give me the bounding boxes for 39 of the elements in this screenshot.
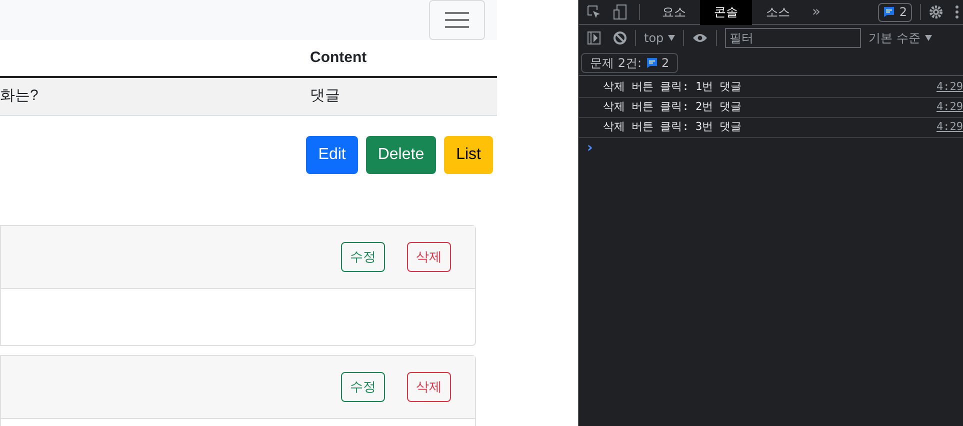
more-options-icon[interactable]: [955, 5, 959, 19]
devtools-tab[interactable]: 콘솔: [700, 0, 752, 24]
delete-button[interactable]: 삭제: [407, 242, 451, 272]
source-link[interactable]: 4:29: [936, 119, 963, 136]
issues-button[interactable]: 문제 2건: 2: [581, 52, 678, 72]
edit-button[interactable]: 수정: [341, 242, 385, 272]
action-button[interactable]: List: [444, 136, 493, 174]
source-link[interactable]: 4:29: [936, 99, 963, 116]
context-dropdown[interactable]: top: [644, 28, 675, 46]
inspect-icon[interactable]: [587, 5, 601, 19]
log-message: 삭제 버튼 클릭: 1번 댓글: [603, 79, 742, 96]
menu-icon: [444, 10, 470, 30]
log-message: 삭제 버튼 클릭: 2번 댓글: [603, 99, 742, 116]
menu-toggle-button[interactable]: [429, 0, 485, 40]
more-tabs-button[interactable]: »: [804, 2, 829, 22]
message-icon: [646, 56, 658, 68]
delete-button[interactable]: 삭제: [407, 372, 451, 402]
source-link[interactable]: 4:29: [936, 79, 963, 96]
device-icon[interactable]: [613, 4, 627, 20]
message-icon: [883, 6, 896, 18]
level-dropdown[interactable]: 기본 수준: [868, 28, 932, 46]
action-button[interactable]: Delete: [366, 136, 436, 174]
action-button[interactable]: Edit: [306, 136, 358, 174]
column-heading: Content: [310, 48, 367, 68]
settings-icon[interactable]: [929, 5, 943, 19]
devtools-tab[interactable]: 소스: [752, 0, 804, 24]
sidebar-toggle-icon[interactable]: [587, 30, 601, 44]
devtools-tab[interactable]: 요소: [648, 0, 700, 24]
table-cell-text: 댓글: [310, 86, 340, 106]
table-cell-text: 화는?: [0, 86, 40, 106]
filter-field[interactable]: 필터: [724, 28, 861, 48]
console-prompt[interactable]: ›: [587, 138, 593, 158]
clear-console-icon[interactable]: [613, 30, 627, 44]
caret-icon: [924, 34, 932, 40]
caret-icon: [668, 34, 675, 40]
eye-icon[interactable]: [692, 32, 708, 44]
edit-button[interactable]: 수정: [341, 372, 385, 402]
log-message: 삭제 버튼 클릭: 3번 댓글: [603, 119, 742, 136]
issues-badge[interactable]: 2: [878, 2, 912, 22]
